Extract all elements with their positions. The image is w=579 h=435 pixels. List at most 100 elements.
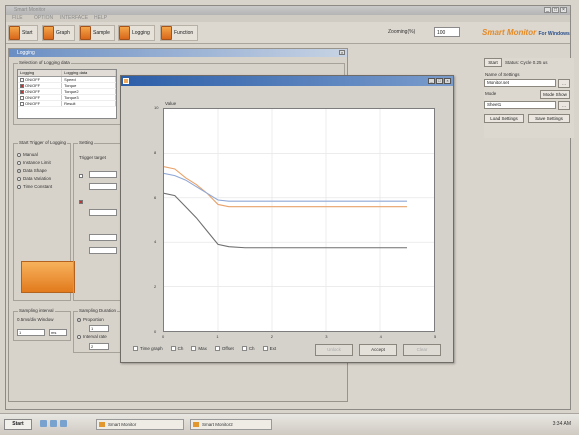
row-checkbox[interactable]	[20, 96, 24, 100]
graph-titlebar: _ □ ×	[121, 76, 453, 86]
y-axis-label: Value	[165, 101, 177, 106]
save-settings-button[interactable]: Save Settings	[528, 114, 570, 123]
unlock-button[interactable]: Unlock	[315, 344, 353, 356]
setting-checkbox-2[interactable]	[79, 200, 83, 204]
quicklaunch-desktop-icon[interactable]	[40, 420, 47, 427]
y-tick-label: 8	[154, 149, 157, 155]
row-checkbox[interactable]	[20, 84, 24, 88]
task-smart-monitor[interactable]: Smart Monitor	[96, 419, 184, 430]
taskbar: Start Smart Monitor Smart Monitor2 3:34 …	[0, 413, 579, 435]
mode-label: Mode	[485, 91, 497, 96]
logging-title: Logging	[17, 50, 35, 56]
start-button[interactable]: Start	[8, 25, 38, 41]
logging-button[interactable]: Logging	[118, 25, 155, 41]
graph-icon	[43, 26, 54, 40]
setting-input-4[interactable]	[89, 234, 117, 241]
row-name: Speed	[62, 77, 116, 82]
menu-option[interactable]: OPTION	[34, 15, 53, 21]
row-checkbox[interactable]	[20, 102, 24, 106]
line-chart	[163, 108, 435, 332]
browse-button[interactable]: …	[558, 79, 570, 88]
row-name: Torque2	[62, 89, 116, 94]
trigger-option-radio[interactable]: Time Constant	[17, 184, 52, 189]
legend-item[interactable]: Ext	[262, 346, 276, 351]
interval-group: Sampling interval	[13, 308, 71, 341]
maximize-icon[interactable]: □	[552, 7, 559, 13]
mode-browse-button[interactable]: …	[558, 101, 570, 110]
zoom-select[interactable]: 100	[434, 27, 460, 37]
start-menu-button[interactable]: Start	[4, 419, 32, 430]
close-icon[interactable]: ×	[560, 7, 567, 13]
settings-name-label: Name of Settings	[485, 72, 520, 77]
duration-interval-radio[interactable]: Interval rate	[77, 334, 107, 339]
setting-input-1[interactable]	[89, 171, 117, 178]
legend-item[interactable]: Ch	[241, 346, 255, 351]
y-tick-label: 0	[154, 329, 157, 334]
interval-sub-label: 0.5ms/div Window	[17, 317, 54, 322]
logging-titlebar: Logging ×	[9, 49, 347, 57]
row-state: ON/OFF	[25, 89, 41, 94]
setting-input-3[interactable]	[89, 209, 117, 216]
clear-button[interactable]: Clear	[403, 344, 441, 356]
graph-maximize-icon[interactable]: □	[436, 78, 443, 84]
settings-name-field[interactable]: Monitor.set	[484, 79, 556, 87]
clock: 3:34 AM	[552, 421, 571, 427]
trigger-target-label: Trigger target	[79, 155, 106, 160]
trigger-option-radio[interactable]: Data Shape	[17, 168, 47, 173]
trigger-option-radio[interactable]: Data Variation	[17, 176, 51, 181]
graph-minimize-icon[interactable]: _	[428, 78, 435, 84]
setting-checkbox-1[interactable]	[79, 174, 83, 178]
panel-start-button[interactable]: Start	[484, 58, 502, 67]
quicklaunch-browser-icon[interactable]	[50, 420, 57, 427]
logging-close-icon[interactable]: ×	[339, 50, 345, 55]
accept-button[interactable]: Accept	[359, 344, 397, 356]
legend-item[interactable]: Max	[191, 346, 207, 351]
setting-input-2[interactable]	[89, 183, 117, 190]
trigger-option-radio[interactable]: Instance Limit	[17, 160, 51, 165]
toolbar: Start Graph Sample Logging Function Zoom…	[6, 22, 570, 44]
legend-item[interactable]: Offset	[214, 346, 234, 351]
quicklaunch-explorer-icon[interactable]	[60, 420, 67, 427]
minimize-icon[interactable]: _	[544, 7, 551, 13]
table-header: Logging Logging data	[18, 70, 116, 77]
legend-item[interactable]: Ch	[170, 346, 183, 351]
interval-input[interactable]: 1	[17, 329, 45, 336]
row-checkbox[interactable]	[20, 90, 24, 94]
function-button[interactable]: Function	[160, 25, 199, 41]
app-title: Smart Monitor	[14, 7, 46, 13]
start-icon	[9, 26, 20, 40]
mode-show-button[interactable]: Mode Show	[540, 90, 570, 99]
mode-select[interactable]: Sheet1	[484, 101, 556, 109]
menu-bar: FILE OPTION INTERFACE HELP	[6, 15, 570, 22]
duration-input-1[interactable]: 1	[89, 325, 109, 332]
row-state: ON/OFF	[25, 95, 41, 100]
interval-unit-select[interactable]: ms	[49, 329, 67, 336]
menu-help[interactable]: HELP	[94, 15, 107, 21]
legend-item[interactable]: Time graph	[133, 346, 163, 351]
duration-input-2[interactable]: 2	[89, 343, 109, 350]
duration-proportion-radio[interactable]: Proportion	[77, 317, 104, 322]
menu-interface[interactable]: INTERFACE	[60, 15, 88, 21]
row-state: ON/OFF	[25, 77, 41, 82]
settings-panel: Start Status: Cycle 0.25 us Name of Sett…	[484, 58, 574, 138]
table-row[interactable]: ON/OFF Result	[18, 101, 116, 107]
sample-icon	[80, 26, 91, 40]
menu-file[interactable]: FILE	[12, 15, 23, 21]
task-smart-monitor-2[interactable]: Smart Monitor2	[190, 419, 272, 430]
row-name: Result	[62, 101, 116, 106]
x-tick-label: 2	[270, 334, 274, 339]
y-tick-label: 10	[154, 105, 159, 110]
row-state: ON/OFF	[25, 83, 41, 88]
sample-button[interactable]: Sample	[79, 25, 115, 41]
logging-icon	[119, 26, 130, 40]
row-checkbox[interactable]	[20, 78, 24, 82]
load-settings-button[interactable]: Load Settings	[484, 114, 524, 123]
row-name: Torque3	[62, 95, 116, 100]
status-text: Status: Cycle 0.25 us	[505, 60, 548, 65]
graph-close-icon[interactable]: ×	[444, 78, 451, 84]
x-tick-label: 1	[216, 334, 219, 339]
graph-button[interactable]: Graph	[42, 25, 75, 41]
trigger-option-radio[interactable]: Manual	[17, 152, 38, 157]
app-titlebar: Smart Monitor _ □ ×	[6, 6, 570, 15]
setting-input-5[interactable]	[89, 247, 117, 254]
